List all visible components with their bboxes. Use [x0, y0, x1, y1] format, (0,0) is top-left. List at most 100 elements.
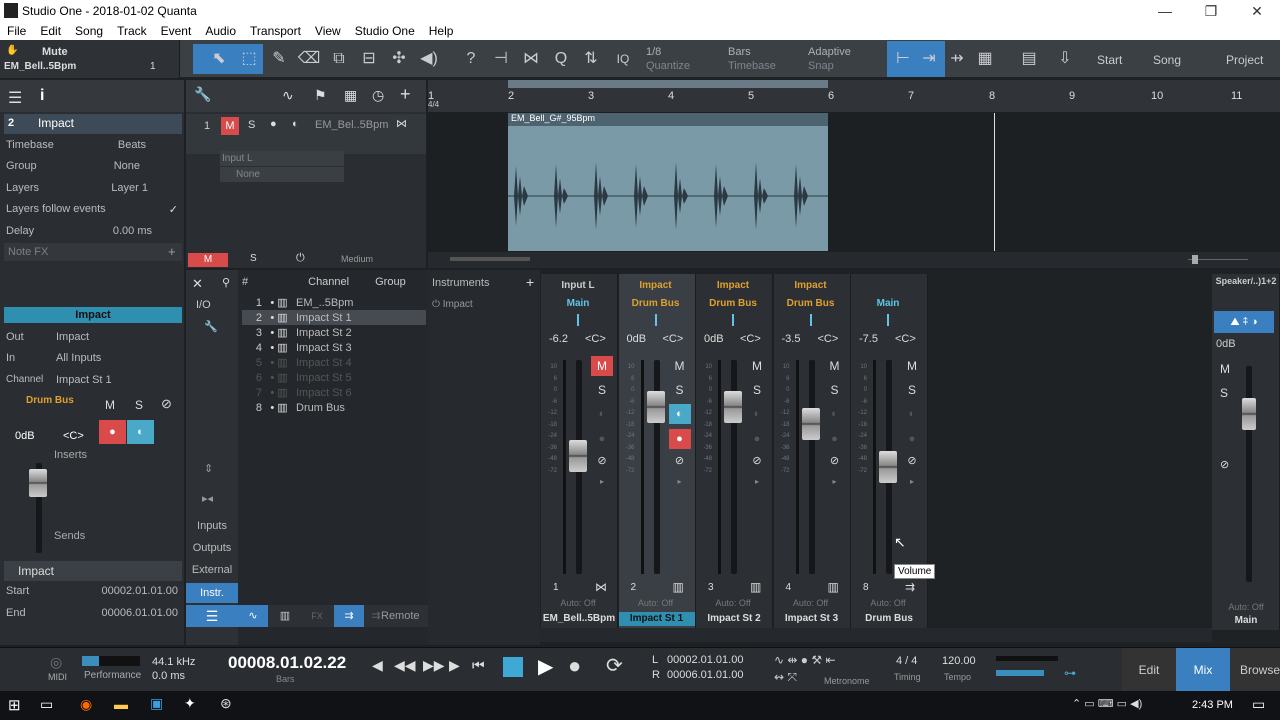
link-icon[interactable]: ⊶	[1064, 666, 1076, 680]
track-solo-button[interactable]: S	[248, 119, 255, 131]
automation-icon[interactable]: ∿	[282, 87, 294, 104]
strip-input-select[interactable]: Input L	[541, 280, 615, 291]
record-button[interactable]: ●	[568, 653, 581, 679]
strip-name[interactable]: Impact St 3	[774, 612, 850, 626]
visibility-icon[interactable]: • ▥	[262, 356, 296, 369]
flag-icon[interactable]: ⚑	[314, 87, 327, 104]
strip-mute-button[interactable]: M	[746, 356, 768, 376]
track-output-select[interactable]: None	[220, 167, 344, 182]
edit-button[interactable]: Edit	[1122, 648, 1176, 692]
audio-bend-icon[interactable]: ⋈	[518, 44, 544, 74]
studio-one-icon[interactable]: ✦	[184, 695, 196, 712]
strip-expand-icon[interactable]: ▸	[669, 477, 691, 486]
event-start[interactable]: Start 00002.01.01.00	[6, 585, 178, 597]
tempo-value[interactable]: 120.00	[942, 655, 976, 667]
strip-record-icon[interactable]: ●	[901, 429, 923, 449]
mail-icon[interactable]: ▣	[150, 695, 163, 712]
note-fx-row[interactable]: Note FX +	[4, 243, 182, 261]
click-volume[interactable]	[996, 656, 1058, 661]
record-arm-icon[interactable]: ●	[99, 420, 126, 444]
strip-monitor-icon[interactable]: ◐	[668, 404, 691, 424]
channel-list-row[interactable]: 1 • ▥ EM_..5Bpm	[242, 295, 426, 310]
instrument-icon[interactable]: ▥	[270, 605, 300, 627]
strip-solo-button[interactable]: S	[669, 380, 691, 400]
strip-automation[interactable]: Auto: Off	[696, 598, 770, 608]
add-instrument-icon[interactable]: +	[526, 274, 534, 290]
strip-record-icon[interactable]: ●	[591, 429, 613, 449]
menu-song[interactable]: Song	[75, 24, 103, 38]
quantize-q-icon[interactable]: Q	[548, 44, 574, 74]
main-solo-button[interactable]: S	[1220, 386, 1228, 400]
metronome-settings-icons[interactable]: ∿ ⇹ ● ⚒ ⇤	[774, 653, 836, 667]
strip-mute-button[interactable]: M	[901, 356, 923, 376]
inserts-label[interactable]: Inserts	[54, 449, 87, 461]
project-tab[interactable]: Project	[1226, 53, 1263, 67]
download-icon[interactable]: ⇩	[1052, 44, 1078, 74]
strip-name[interactable]: Drum Bus	[851, 612, 927, 626]
info-icon[interactable]: i	[40, 87, 44, 105]
tray-icons[interactable]: ⌃ ▭ ⌨ ▭ ◀)	[1072, 697, 1142, 710]
strip-monitor-icon[interactable]: ◐	[824, 404, 846, 424]
main-mute-button[interactable]: M	[1220, 362, 1230, 376]
strip-pan[interactable]: <C>	[740, 333, 761, 345]
play-button[interactable]: ▶	[538, 654, 553, 679]
strip-pan[interactable]: <C>	[818, 333, 839, 345]
strip-record-icon[interactable]: ●	[746, 429, 768, 449]
strip-automation[interactable]: Auto: Off	[851, 598, 925, 608]
inputs-tab[interactable]: Inputs	[186, 520, 238, 532]
arrow-tool-icon[interactable]: ⬉	[206, 44, 232, 74]
main-automation[interactable]: Auto: Off	[1212, 602, 1280, 612]
track-input-select[interactable]: Input L	[220, 151, 344, 166]
track-row[interactable]: 1 M S ● ◐ EM_Bel..5Bpm ⋈	[186, 114, 426, 154]
visibility-icon[interactable]: • ▥	[262, 311, 296, 324]
menu-edit[interactable]: Edit	[40, 24, 61, 38]
pencil-tool-icon[interactable]: ✎	[266, 44, 292, 74]
strip-name[interactable]: Impact St 1	[618, 612, 695, 626]
eraser-tool-icon[interactable]: ⌫	[296, 44, 322, 74]
strip-mute-button[interactable]: M	[669, 356, 691, 376]
strip-volume[interactable]: -7.5	[859, 333, 878, 345]
strip-monitor-icon[interactable]: ◐	[746, 404, 768, 424]
strip-volume[interactable]: 0dB	[704, 333, 724, 345]
strip-output-select[interactable]: Main	[541, 298, 615, 309]
stretch-icon[interactable]: ⊣	[488, 44, 514, 74]
bend-tool-icon[interactable]: ✣	[386, 44, 412, 74]
menu-file[interactable]: File	[7, 24, 26, 38]
main-fader[interactable]	[1242, 398, 1256, 430]
mixer-meter-icon[interactable]: ∿	[238, 605, 268, 627]
main-monitor-icon[interactable]: ⊘	[1220, 458, 1229, 471]
timeline-ruler[interactable]: 4/4 1 2 3 4 5 6 7 8 9 10 11	[428, 80, 1280, 112]
io-out[interactable]: Out Impact	[0, 326, 184, 348]
close-icon[interactable]: ✕	[192, 276, 203, 292]
track-name[interactable]: EM_Bel..5Bpm	[315, 119, 388, 131]
strip-input-select[interactable]: Impact	[696, 280, 770, 291]
paint-tool-icon[interactable]: ⧉	[326, 44, 352, 74]
io-channel[interactable]: Channel Impact St 1	[0, 369, 184, 391]
snap-to-grid-icon[interactable]: ⊢	[890, 44, 916, 74]
strip-volume[interactable]: 0dB	[627, 333, 647, 345]
strip-expand-icon[interactable]: ▸	[901, 477, 923, 486]
strip-solo-button[interactable]: S	[824, 380, 846, 400]
primary-time-display[interactable]: 00008.01.02.22	[228, 653, 346, 673]
visibility-icon[interactable]: • ▥	[262, 326, 296, 339]
strip-output-select[interactable]: Drum Bus	[619, 298, 693, 309]
arrange-scrollbar[interactable]	[428, 252, 1280, 268]
strip-input-monitor-icon[interactable]: ⊘	[591, 454, 613, 467]
snap-events-icon[interactable]: ⇥	[916, 44, 942, 74]
channel-list-row[interactable]: 3 • ▥ Impact St 2	[242, 325, 426, 340]
time-signature[interactable]: 4 / 4	[896, 655, 917, 667]
strip-automation[interactable]: Auto: Off	[774, 598, 848, 608]
power-icon[interactable]: ⏻	[296, 252, 305, 265]
menu-help[interactable]: Help	[429, 24, 454, 38]
strip-input-monitor-icon[interactable]: ⊘	[824, 454, 846, 467]
inspector-fader[interactable]	[29, 463, 48, 553]
next-marker-icon[interactable]: ▶	[449, 657, 460, 674]
strip-record-icon[interactable]: ●	[668, 429, 691, 449]
list-icon[interactable]: ☰	[186, 605, 238, 627]
start-tab[interactable]: Start	[1097, 53, 1122, 67]
strip-solo-button[interactable]: S	[901, 380, 923, 400]
volume-fader[interactable]	[801, 408, 820, 441]
prop-delay[interactable]: Delay 0.00 ms	[0, 220, 184, 242]
wrench-icon[interactable]: 🔧	[194, 86, 211, 103]
prop-timebase[interactable]: Timebase Beats	[0, 134, 184, 156]
